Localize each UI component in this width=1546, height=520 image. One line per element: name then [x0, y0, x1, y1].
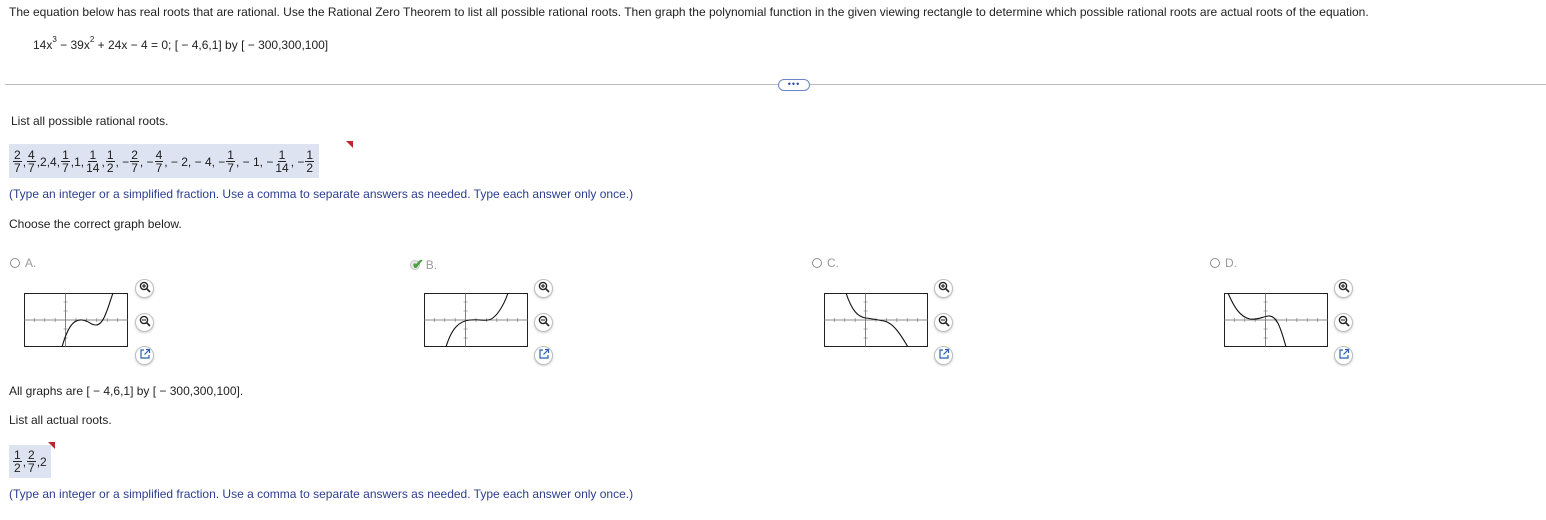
- fraction-denominator: 7: [131, 161, 138, 175]
- answer-separator: , −: [290, 154, 305, 169]
- fraction-denominator: 14: [86, 161, 100, 175]
- possible-roots-label: List all possible rational roots.: [11, 114, 169, 128]
- answer-separator: ,2: [36, 454, 47, 469]
- open-new-window-icon: [538, 348, 550, 363]
- answer-flag-icon: [48, 442, 55, 449]
- answer-separator: ,1,: [70, 154, 85, 169]
- answer-fraction: 27: [27, 449, 36, 474]
- answer-separator: ,: [22, 454, 27, 469]
- graph-d[interactable]: [1224, 293, 1328, 347]
- fraction-denominator: 7: [227, 161, 234, 175]
- open-new-window-icon: [938, 348, 950, 363]
- zoom-in-button-a[interactable]: [135, 279, 154, 298]
- answer-separator: ,2,4,: [36, 154, 61, 169]
- option-d[interactable]: D.: [1210, 256, 1237, 270]
- open-new-window-icon: [1338, 348, 1350, 363]
- possible-roots-hint: (Type an integer or a simplified fractio…: [9, 187, 634, 201]
- answer-fraction: 1 14: [85, 149, 100, 174]
- answer-separator: ,: [101, 154, 105, 169]
- possible-roots-answer[interactable]: 2 7, 4 7,2,4, 1 7,1, 1 14, 1 2, − 27, − 47, − 2, …: [9, 144, 320, 178]
- zoom-out-button-b[interactable]: [534, 313, 553, 332]
- answer-fraction: 27: [130, 149, 139, 174]
- answer-separator: , − 1, −: [235, 154, 274, 169]
- choose-label: Choose the correct graph below.: [9, 217, 182, 231]
- radio-c[interactable]: [812, 258, 822, 268]
- zoom-out-icon: [1338, 315, 1350, 330]
- divider: [5, 84, 1546, 85]
- actual-roots-label: List all actual roots.: [9, 413, 112, 427]
- open-window-button-b[interactable]: [534, 346, 553, 365]
- open-window-button-c[interactable]: [934, 346, 953, 365]
- zoom-out-button-c[interactable]: [934, 313, 953, 332]
- zoom-out-button-d[interactable]: [1334, 313, 1353, 332]
- answer-separator: , −: [139, 154, 154, 169]
- answer-fraction: 12: [13, 449, 22, 474]
- graph-c[interactable]: [824, 293, 928, 347]
- actual-roots-hint: (Type an integer or a simplified fractio…: [9, 487, 634, 501]
- fraction-denominator: 14: [275, 161, 289, 175]
- zoom-out-button-a[interactable]: [135, 313, 154, 332]
- answer-separator: , − 2, − 4, −: [164, 154, 226, 169]
- actual-roots-answer[interactable]: 1 2, 2 7,2: [9, 445, 51, 478]
- option-c[interactable]: C.: [812, 256, 839, 270]
- zoom-in-button-b[interactable]: [534, 279, 553, 298]
- fraction-denominator: 2: [106, 161, 114, 175]
- zoom-in-icon: [538, 281, 550, 296]
- answer-fraction: 17: [61, 149, 70, 174]
- fraction-denominator: 7: [155, 161, 163, 175]
- fraction-denominator: 7: [28, 161, 35, 175]
- check-mark-icon: ✔: [412, 256, 424, 272]
- answer-fraction: 12: [305, 149, 315, 175]
- graph-a[interactable]: [24, 293, 128, 347]
- answer-separator: , −: [115, 154, 130, 169]
- equation: 14x3 − 39x2 + 24x − 4 = 0; [ − 4,6,1] by…: [33, 35, 329, 53]
- fraction-denominator: 7: [62, 161, 69, 175]
- answer-fraction: 17: [226, 149, 235, 174]
- option-d-letter: D.: [1225, 256, 1237, 270]
- option-b-letter: B.: [425, 257, 438, 272]
- answer-fraction: 47: [27, 149, 36, 174]
- all-graphs-note: All graphs are [ − 4,6,1] by [ − 300,300…: [9, 384, 244, 398]
- zoom-out-icon: [538, 315, 550, 330]
- radio-d[interactable]: [1210, 258, 1220, 268]
- open-window-button-a[interactable]: [135, 346, 154, 365]
- fraction-denominator: 2: [14, 461, 21, 475]
- fraction-denominator: 7: [14, 161, 21, 175]
- zoom-out-icon: [139, 315, 151, 330]
- zoom-in-button-d[interactable]: [1334, 279, 1353, 298]
- open-window-button-d[interactable]: [1334, 346, 1353, 365]
- graph-b[interactable]: [424, 293, 528, 347]
- zoom-in-button-c[interactable]: [934, 279, 953, 298]
- radio-a[interactable]: [10, 258, 20, 268]
- answer-fraction: 47: [154, 149, 164, 175]
- open-new-window-icon: [139, 348, 151, 363]
- answer-fraction: 27: [13, 149, 22, 174]
- option-a[interactable]: A.: [10, 256, 36, 270]
- zoom-in-icon: [139, 281, 151, 296]
- option-a-letter: A.: [25, 256, 37, 270]
- fraction-denominator: 7: [28, 461, 35, 475]
- instructions-text: The equation below has real roots that a…: [9, 5, 1369, 19]
- option-c-letter: C.: [827, 256, 839, 270]
- answer-fraction: 1 14: [274, 149, 289, 174]
- option-b[interactable]: ✔ B.: [410, 256, 437, 273]
- fraction-denominator: 2: [306, 161, 314, 175]
- answer-separator: ,: [22, 154, 27, 169]
- zoom-out-icon: [938, 315, 950, 330]
- zoom-in-icon: [938, 281, 950, 296]
- answer-flag-icon: [346, 141, 353, 148]
- zoom-in-icon: [1338, 281, 1350, 296]
- answer-fraction: 12: [105, 149, 115, 175]
- more-button[interactable]: •••: [778, 79, 810, 91]
